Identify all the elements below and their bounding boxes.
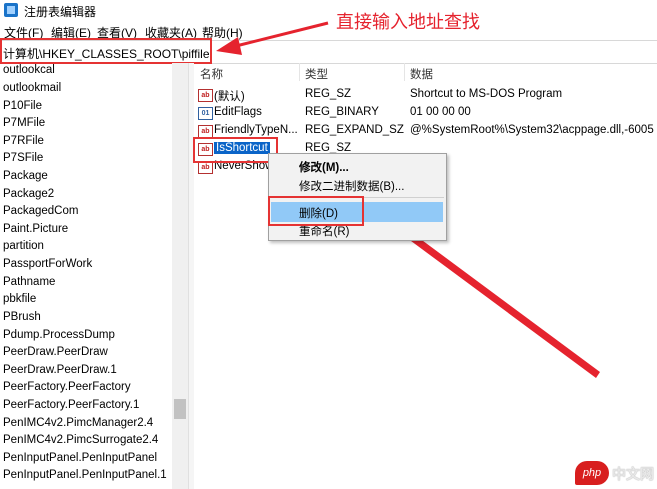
tree-scrollbar[interactable] [172,63,188,489]
value-name: FriendlyTypeN... [214,124,298,136]
php-logo-icon: php [575,461,609,485]
tree-item[interactable]: P7SFile [3,152,43,164]
tree-item[interactable]: Pathname [3,276,55,288]
tree-item[interactable]: outlookcal [3,64,55,76]
binary-value-icon: 01 [198,107,213,120]
tree-item[interactable]: PeerFactory.PeerFactory.1 [3,399,139,411]
tree-item[interactable]: P7MFile [3,117,45,129]
tree-item[interactable]: Package2 [3,188,54,200]
value-data: @%SystemRoot%\System32\acppage.dll,-6005 [410,124,654,136]
column-separator[interactable] [299,63,300,81]
delete-highlight-box [268,196,364,226]
tree-item[interactable]: partition [3,240,44,252]
tree-item[interactable]: outlookmail [3,82,61,94]
registry-key-tree: outlookcal outlookmail P10File P7MFile P… [0,63,188,489]
value-data: 01 00 00 00 [410,106,471,118]
tree-item[interactable]: PassportForWork [3,258,92,270]
value-type: REG_EXPAND_SZ [305,124,404,136]
value-name: EditFlags [214,106,262,118]
tree-item[interactable]: PenInputPanel.PenInputPanel [3,452,157,464]
watermark-text: 中文网 [612,466,654,482]
column-separator[interactable] [404,63,405,81]
arrow-to-address-icon [216,21,329,55]
pane-splitter[interactable] [188,63,194,489]
tree-item[interactable]: P7RFile [3,135,44,147]
tree-item[interactable]: PeerFactory.PeerFactory [3,381,131,393]
column-header-name[interactable]: 名称 [200,66,223,82]
context-menu-modify-binary[interactable]: 修改二进制数据(B)... [299,178,404,194]
selected-value-highlight-box [193,137,278,163]
php-watermark: php 中文网 [575,461,655,485]
value-data: Shortcut to MS-DOS Program [410,88,563,100]
tree-item[interactable]: Paint.Picture [3,223,68,235]
tree-item[interactable]: PenInputPanel.PenInputPanel.1 [3,469,167,481]
tree-item[interactable]: PeerDraw.PeerDraw.1 [3,364,117,376]
context-menu-modify[interactable]: 修改(M)... [299,159,349,175]
value-type: REG_BINARY [305,106,379,118]
string-value-icon: ab [198,89,213,102]
tree-item[interactable]: pbkfile [3,293,36,305]
column-header-data[interactable]: 数据 [410,66,433,82]
tree-item[interactable]: PackagedCom [3,205,78,217]
tree-item[interactable]: Package [3,170,48,182]
tree-item[interactable]: PenIMC4v2.PimcManager2.4 [3,417,153,429]
tree-item[interactable]: Pdump.ProcessDump [3,329,115,341]
column-header-type[interactable]: 类型 [305,66,328,82]
tree-item[interactable]: PenIMC4v2.PimcSurrogate2.4 [3,434,158,446]
value-type: REG_SZ [305,88,352,100]
tree-item[interactable]: PBrush [3,311,41,323]
tree-item[interactable]: PeerDraw.PeerDraw [3,346,108,358]
tree-scrollbar-thumb[interactable] [174,399,186,419]
tree-item[interactable]: P10File [3,100,42,112]
value-name: (默认) [214,91,245,103]
